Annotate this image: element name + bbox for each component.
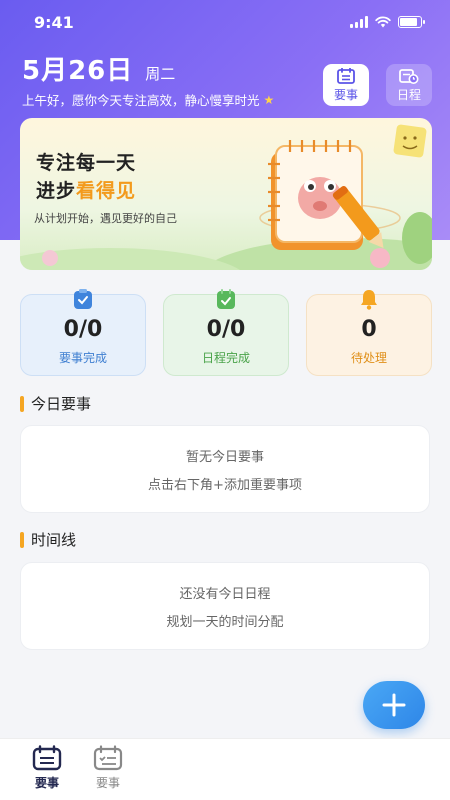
date-text: 5月26日 xyxy=(22,56,134,86)
section-title-timeline: 时间线 xyxy=(20,529,76,550)
timeline-empty-card: 还没有今日日程 规划一天的时间分配 xyxy=(20,562,430,650)
tab-bar: 要事 要事 xyxy=(0,738,450,800)
banner-title-highlight: 看得见 xyxy=(76,180,137,202)
star-icon: ★ xyxy=(263,92,275,107)
add-button[interactable] xyxy=(363,681,425,729)
plus-icon xyxy=(382,693,406,717)
stat-label: 日程完成 xyxy=(201,351,250,365)
tab-tasks[interactable]: 要事 xyxy=(21,745,73,791)
empty-hint: 规划一天的时间分配 xyxy=(166,614,284,630)
status-icons xyxy=(350,16,425,28)
stat-label: 待处理 xyxy=(350,351,387,365)
banner: 专注每一天 进步看得见 从计划开始，遇见更好的自己 xyxy=(20,118,432,270)
section-title-text: 时间线 xyxy=(31,531,77,549)
status-time: 9:41 xyxy=(34,12,74,32)
banner-subtitle: 从计划开始，遇见更好的自己 xyxy=(34,212,177,225)
weekday-text: 周二 xyxy=(145,65,176,83)
clipboard-check-icon xyxy=(74,289,92,309)
banner-title-line2: 进步看得见 xyxy=(36,176,136,203)
banner-title-line1: 专注每一天 xyxy=(36,152,137,174)
status-bar: 9:41 xyxy=(0,0,450,44)
tab-tasks-secondary[interactable]: 要事 xyxy=(82,745,134,791)
tab-label: 要事 xyxy=(95,776,120,790)
schedule-button[interactable]: 日程 xyxy=(386,64,432,106)
task-calendar-icon xyxy=(93,745,123,771)
tasks-button-label: 要事 xyxy=(333,87,358,102)
greeting: 上午好，愿你今天专注高效，静心慢享时光 ★ xyxy=(22,90,274,109)
tab-label: 要事 xyxy=(34,776,59,790)
stat-card-schedule[interactable]: 0/0 日程完成 xyxy=(163,289,289,376)
empty-text: 暂无今日要事 xyxy=(185,449,264,465)
list-icon xyxy=(337,67,355,84)
signal-icon xyxy=(350,16,368,28)
today-empty-card: 暂无今日要事 点击右下角+添加重要事项 xyxy=(20,425,430,513)
banner-title-prefix: 进步 xyxy=(36,180,77,202)
greeting-text: 上午好，愿你今天专注高效，静心慢享时光 xyxy=(22,93,260,108)
stat-label: 要事完成 xyxy=(58,351,107,365)
bell-icon xyxy=(361,290,377,310)
stat-value: 0/0 xyxy=(63,317,103,342)
section-marker xyxy=(20,531,24,548)
section-title-text: 今日要事 xyxy=(31,395,92,413)
section-marker xyxy=(20,395,24,412)
stat-card-pending[interactable]: 0 待处理 xyxy=(306,290,432,376)
stat-card-tasks[interactable]: 0/0 要事完成 xyxy=(20,289,146,376)
schedule-button-label: 日程 xyxy=(396,87,421,102)
stat-value: 0 xyxy=(361,317,377,342)
calendar-check-icon xyxy=(217,289,235,309)
date-row: 5月26日 周二 xyxy=(22,50,175,87)
empty-text: 还没有今日日程 xyxy=(179,586,271,602)
calendar-clock-icon xyxy=(399,68,419,84)
stat-value: 0/0 xyxy=(206,317,246,342)
tasks-button[interactable]: 要事 xyxy=(323,64,369,106)
wifi-icon xyxy=(375,16,391,28)
battery-icon xyxy=(398,16,425,28)
empty-hint: 点击右下角+添加重要事项 xyxy=(148,477,302,493)
task-calendar-icon xyxy=(32,745,62,771)
section-title-today: 今日要事 xyxy=(20,393,91,414)
